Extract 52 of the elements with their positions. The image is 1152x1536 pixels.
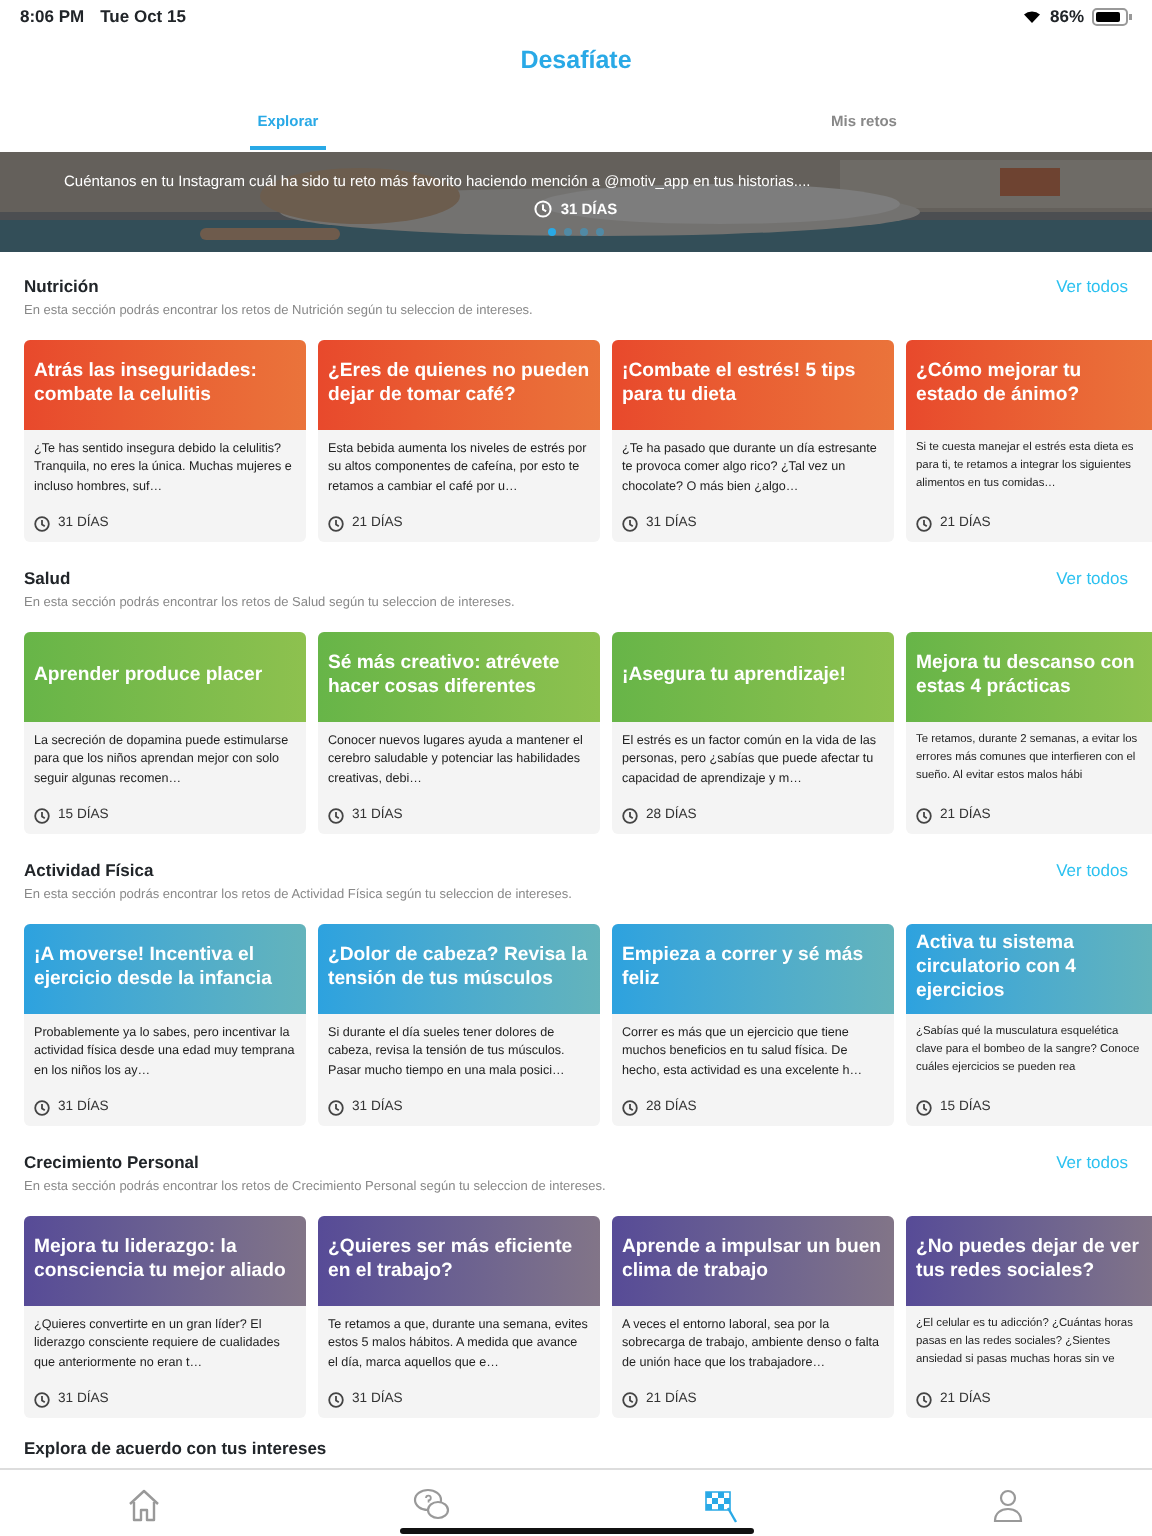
carousel-dot[interactable] (548, 227, 556, 235)
clock-icon (622, 807, 638, 824)
clock-icon (622, 1391, 638, 1408)
card-title: ¡Asegura tu aprendizaje! (612, 631, 894, 721)
clock-icon (916, 807, 932, 824)
clock-icon (916, 1391, 932, 1408)
chat-icon[interactable] (412, 1485, 452, 1524)
section-title: Actividad Física (24, 858, 154, 884)
clock-icon (534, 200, 553, 219)
wifi-icon (1021, 8, 1042, 24)
section-title: Explora de acuerdo con tus intereses (22, 1436, 329, 1462)
checkered-flag-icon[interactable] (700, 1485, 740, 1524)
card-title: ¿Eres de quienes no pueden dejar de tomar café? (318, 339, 600, 429)
clock-icon (328, 1391, 344, 1408)
card-title: Activa tu sistema circulatorio con 4 ejercicios (906, 923, 1152, 1013)
clock-icon (34, 515, 50, 532)
battery-percent: 86% (1049, 3, 1084, 29)
screen-title: Desafíate (520, 43, 632, 78)
carousel-dot[interactable] (564, 227, 572, 235)
carousel-dot[interactable] (596, 227, 604, 235)
clock-icon (34, 1391, 50, 1408)
card-title: Sé más creativo: atrévete hacer cosas diferentes (318, 631, 600, 721)
clock-icon (34, 807, 50, 824)
section-title: Crecimiento Personal (24, 1150, 199, 1176)
card-title: ¿No puedes dejar de ver tus redes sociales? (906, 1215, 1152, 1305)
carousel-dot[interactable] (580, 227, 588, 235)
card-title: Atrás las inseguridades: combate la celulitis (24, 339, 306, 429)
card-title: Aprende a impulsar un buen clima de trabajo (612, 1215, 894, 1305)
card-title: ¡A moverse! Incentiva el ejercicio desde la infancia (24, 923, 306, 1013)
clock-icon (916, 1099, 932, 1116)
clock-icon (622, 1099, 638, 1116)
clock-icon (328, 807, 344, 824)
clock-icon (328, 515, 344, 532)
clock-icon (328, 1099, 344, 1116)
card-title: ¿Cómo mejorar tu estado de ánimo? (906, 339, 1152, 429)
card-title: ¡Combate el estrés! 5 tips para tu dieta (612, 339, 894, 429)
section-title: Nutrición (24, 274, 99, 300)
card-title: Mejora tu descanso con estas 4 prácticas (906, 631, 1152, 721)
clock-icon (34, 1099, 50, 1116)
section-title: Salud (24, 566, 71, 592)
clock-icon (622, 515, 638, 532)
battery-icon (1092, 7, 1132, 25)
status-date: Tue Oct 15 (100, 3, 186, 29)
card-title: Mejora tu liderazgo: la consciencia tu mejor aliado (24, 1215, 306, 1305)
card-title: ¿Dolor de cabeza? Revisa la tensión de tus músculos (318, 923, 600, 1013)
card-title: Empieza a correr y sé más feliz (612, 923, 894, 1013)
profile-icon[interactable] (988, 1485, 1028, 1524)
status-time: 8:06 PM (20, 3, 85, 29)
clock-icon (916, 515, 932, 532)
home-icon[interactable] (124, 1485, 164, 1524)
card-title: Aprender produce placer (24, 631, 306, 721)
card-title: ¿Quieres ser más eficiente en el trabajo? (318, 1215, 600, 1305)
